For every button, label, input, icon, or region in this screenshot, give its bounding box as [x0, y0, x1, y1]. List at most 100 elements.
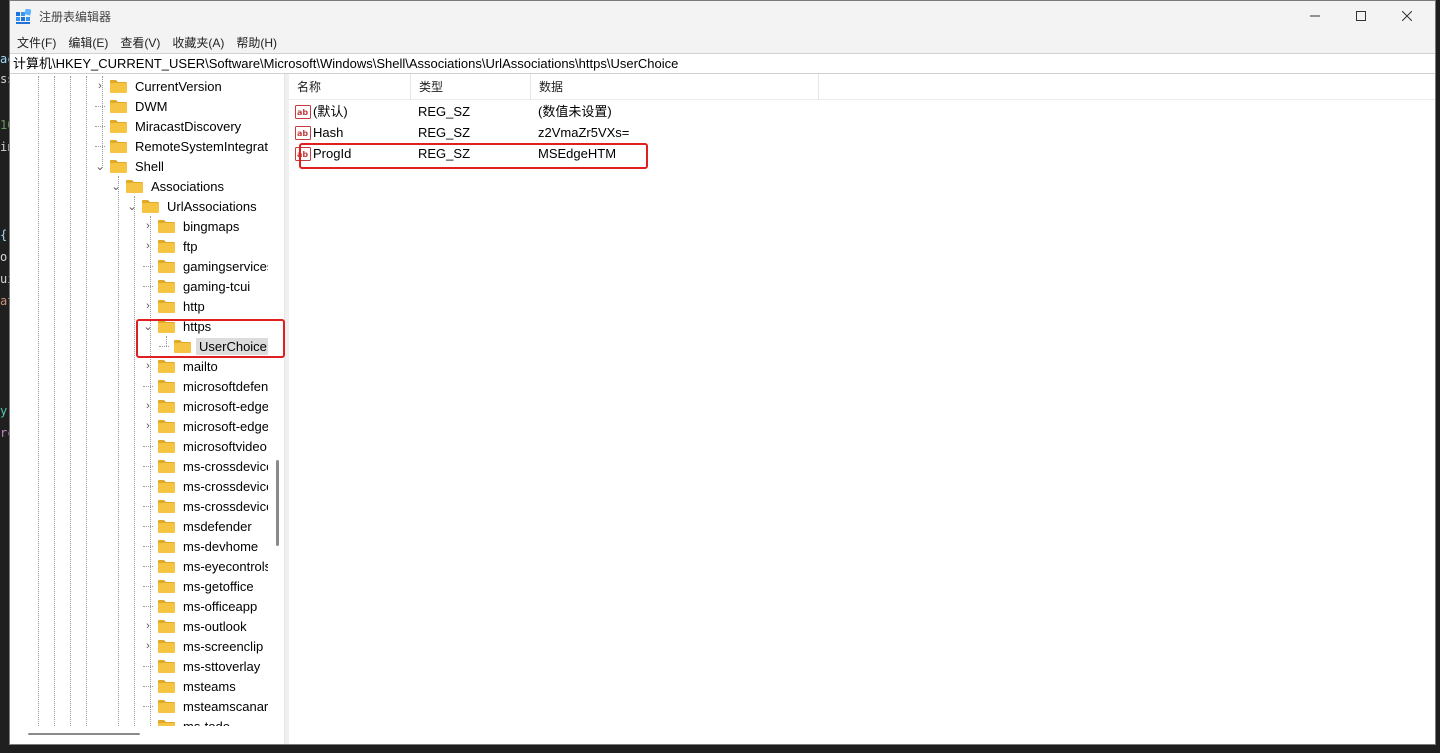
tree-item-label: gamingservices — [183, 258, 268, 274]
tree-item[interactable]: ms-sttoverlay — [142, 656, 263, 676]
tree-item[interactable]: ms-officeapp — [142, 596, 260, 616]
folder-icon — [158, 320, 175, 333]
column-header-type[interactable]: 类型 — [411, 74, 531, 100]
chevron-right-icon[interactable]: › — [142, 396, 154, 416]
value-row[interactable]: ab ProgId REG_SZ MSEdgeHTM — [289, 143, 889, 164]
folder-icon — [158, 260, 175, 273]
main-content: › CurrentVersion DWM MiracastDiscovery Remot… — [10, 74, 1435, 744]
column-header-name[interactable]: 名称 — [289, 74, 411, 100]
tree-item-label: msteams — [183, 678, 236, 694]
tree-item-label: ms-eyecontrols — [183, 558, 268, 574]
tree-item[interactable]: RemoteSystemIntegrati — [94, 136, 268, 156]
value-name-cell: ab (默认) — [295, 101, 348, 122]
tree-item[interactable]: microsoftdefen — [142, 376, 268, 396]
chevron-right-icon[interactable]: › — [142, 236, 154, 256]
chevron-right-icon[interactable]: › — [142, 616, 154, 636]
tree-item[interactable]: › ftp — [142, 236, 200, 256]
folder-icon — [158, 520, 175, 533]
tree-connector — [142, 716, 154, 726]
tree-connector — [158, 336, 170, 356]
chevron-right-icon[interactable]: › — [142, 216, 154, 236]
tree-item-label: https — [183, 318, 212, 334]
string-value-icon: ab — [295, 146, 311, 161]
tree-item[interactable]: ⌄ Shell — [94, 156, 167, 176]
tree-item[interactable]: DWM — [94, 96, 171, 116]
tree-horizontal-scrollbar[interactable] — [10, 728, 272, 742]
chevron-right-icon[interactable]: › — [94, 76, 106, 96]
tree-guide-line — [70, 76, 71, 726]
tree-item[interactable]: msteamscanary — [142, 696, 268, 716]
tree-connector — [142, 576, 154, 596]
chevron-right-icon[interactable]: › — [142, 636, 154, 656]
menu-file[interactable]: 文件(F) — [12, 34, 61, 51]
tree-item[interactable]: ms-crossdevice — [142, 496, 268, 516]
value-data: (数值未设置) — [538, 104, 612, 119]
tree-vertical-scrollbar[interactable] — [272, 76, 284, 726]
registry-editor-app-icon — [16, 9, 31, 24]
tree-item-label: ftp — [183, 238, 198, 254]
tree-item[interactable]: MiracastDiscovery — [94, 116, 244, 136]
folder-icon — [110, 160, 127, 173]
maximize-button[interactable] — [1338, 1, 1384, 31]
tree-item[interactable]: ms-getoffice — [142, 576, 257, 596]
tree-item[interactable]: › ms-outlook — [142, 616, 250, 636]
folder-icon — [158, 600, 175, 613]
key-tree-pane[interactable]: › CurrentVersion DWM MiracastDiscovery Remot… — [10, 74, 285, 744]
title-bar: 注册表编辑器 — [10, 1, 1435, 31]
tree-item[interactable]: › mailto — [142, 356, 221, 376]
value-type: REG_SZ — [418, 146, 471, 161]
tree-hscroll-thumb[interactable] — [28, 733, 140, 735]
tree-item[interactable]: ms-crossdevice — [142, 476, 268, 496]
value-row[interactable]: ab Hash REG_SZ z2VmaZr5VXs= — [289, 122, 889, 143]
menu-favorites[interactable]: 收藏夹(A) — [167, 34, 229, 51]
menu-help[interactable]: 帮助(H) — [231, 34, 282, 51]
chevron-right-icon[interactable]: › — [142, 356, 154, 376]
chevron-down-icon[interactable]: ⌄ — [94, 156, 106, 176]
chevron-right-icon[interactable]: › — [142, 416, 154, 436]
tree-item[interactable]: gaming-tcui — [142, 276, 253, 296]
key-tree: › CurrentVersion DWM MiracastDiscovery Remot… — [10, 76, 268, 726]
tree-item[interactable]: ms-todo — [142, 716, 233, 726]
column-header-data[interactable]: 数据 — [531, 74, 819, 100]
maximize-icon — [1356, 11, 1366, 21]
tree-item[interactable]: › ms-screenclip — [142, 636, 266, 656]
tree-item-label: microsoftvideo — [183, 438, 267, 454]
chevron-right-icon[interactable]: › — [142, 296, 154, 316]
tree-item[interactable]: ms-devhome — [142, 536, 261, 556]
value-data: MSEdgeHTM — [538, 146, 617, 161]
tree-item[interactable]: ms-crossdevice — [142, 456, 268, 476]
close-button[interactable] — [1384, 1, 1430, 31]
tree-item[interactable]: ⌄ Associations — [110, 176, 227, 196]
tree-scroll-thumb[interactable] — [276, 460, 279, 546]
tree-item[interactable]: ⌄ https — [142, 316, 214, 336]
tree-item[interactable]: UserChoice — [158, 336, 268, 356]
minimize-button[interactable] — [1292, 1, 1338, 31]
values-list-pane[interactable]: 名称 类型 数据 ab (默认) REG_SZ (数值未设置) ab Hash … — [289, 74, 1435, 744]
address-bar[interactable]: 计算机\HKEY_CURRENT_USER\Software\Microsoft… — [10, 53, 1435, 74]
tree-item[interactable]: gamingservices — [142, 256, 268, 276]
chevron-down-icon[interactable]: ⌄ — [126, 196, 138, 216]
chevron-down-icon[interactable]: ⌄ — [142, 316, 154, 336]
tree-item-label: UserChoice — [196, 337, 268, 355]
value-row[interactable]: ab (默认) REG_SZ (数值未设置) — [289, 101, 889, 122]
tree-item[interactable]: › CurrentVersion — [94, 76, 225, 96]
tree-item[interactable]: ms-eyecontrols — [142, 556, 268, 576]
tree-item[interactable]: ⌄ UrlAssociations — [126, 196, 260, 216]
folder-icon — [158, 400, 175, 413]
folder-icon — [158, 660, 175, 673]
tree-item[interactable]: msteams — [142, 676, 239, 696]
tree-item-label: ms-crossdevice — [183, 458, 268, 474]
chevron-down-icon[interactable]: ⌄ — [110, 176, 122, 196]
tree-item[interactable]: › microsoft-edge — [142, 416, 268, 436]
list-header: 名称 类型 数据 — [289, 74, 1435, 100]
tree-item[interactable]: › bingmaps — [142, 216, 242, 236]
tree-item[interactable]: › http — [142, 296, 208, 316]
menu-edit[interactable]: 编辑(E) — [63, 34, 113, 51]
value-name: ProgId — [313, 146, 352, 161]
tree-item[interactable]: › microsoft-edge — [142, 396, 268, 416]
tree-item-label: ms-getoffice — [183, 578, 254, 594]
tree-item[interactable]: microsoftvideo — [142, 436, 268, 456]
folder-icon — [158, 240, 175, 253]
tree-item[interactable]: msdefender — [142, 516, 255, 536]
menu-view[interactable]: 查看(V) — [115, 34, 165, 51]
